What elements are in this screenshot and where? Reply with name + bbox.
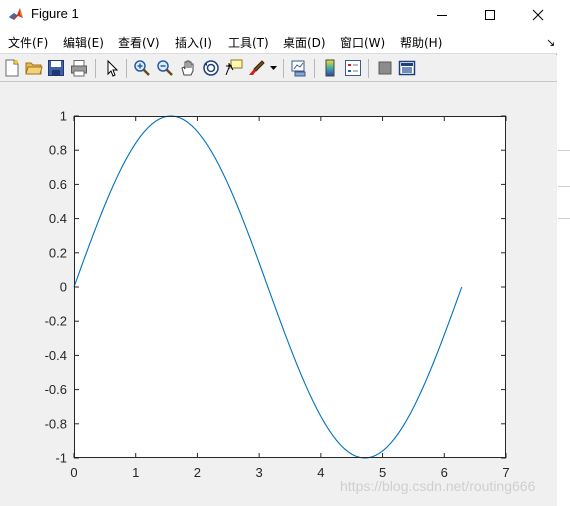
maximize-icon [485,10,495,20]
watermark-text: https://blog.csdn.net/routing666 [340,478,536,494]
menu-file[interactable]: 文件(F) [8,34,48,51]
pointer-icon[interactable] [103,59,121,77]
menu-desktop[interactable]: 桌面(D) [283,34,326,51]
minimize-icon [437,15,447,16]
toolbar-separator [283,59,284,78]
y-tick-label: 0.2 [49,245,67,260]
y-tick-label: 0.4 [49,211,67,226]
close-button[interactable] [515,0,561,30]
y-tick-label: 0.6 [49,177,67,192]
matlab-logo-icon [8,6,24,22]
window-title: Figure 1 [31,6,79,21]
y-tick-label: -0.2 [45,314,67,329]
menu-edit[interactable]: 编辑(E) [63,34,104,51]
new-figure-icon[interactable] [3,59,21,77]
background-divider [558,186,570,187]
x-tick-label: 0 [70,465,77,480]
zoom-in-icon[interactable] [133,59,151,77]
rotate-3d-icon[interactable] [202,59,220,77]
y-tick-label: 0 [60,280,67,295]
hide-plot-tools-icon[interactable] [376,59,394,77]
menu-view[interactable]: 查看(V) [118,34,160,51]
menu-tools[interactable]: 工具(T) [228,34,269,51]
menu-bar: 文件(F) 编辑(E) 查看(V) 插入(I) 工具(T) 桌面(D) 窗口(W… [0,30,557,54]
menu-window[interactable]: 窗口(W) [340,34,385,51]
y-tick-label: 1 [60,109,67,124]
toolbar-separator [126,59,127,78]
background-window-strip [558,0,570,506]
axes-background[interactable] [74,116,506,458]
figure-canvas[interactable]: 0 1 2 3 4 5 6 7 -1 -0.8 -0.6 -0.4 -0.2 0 0.2 0.4 0.6 0.8 1 [0,82,557,506]
print-icon[interactable] [70,59,88,77]
link-plot-icon[interactable] [290,59,308,77]
toolbar-separator [314,59,315,78]
zoom-out-icon[interactable] [156,59,174,77]
background-divider [558,150,570,151]
data-cursor-icon[interactable] [225,59,243,77]
colorbar-icon[interactable] [321,59,339,77]
maximize-button[interactable] [467,0,513,30]
show-plot-tools-icon[interactable] [398,59,416,77]
menu-help[interactable]: 帮助(H) [400,34,442,51]
toolbar-separator [95,59,96,78]
legend-icon[interactable] [344,59,362,77]
brush-dropdown-icon[interactable] [270,66,277,71]
line-plot[interactable]: 0 1 2 3 4 5 6 7-1-0.8-0.6-0.4-0.200.20.40.60.81 [0,82,557,506]
figure-toolbar [0,55,557,82]
y-tick-label: -0.8 [45,416,67,431]
save-icon[interactable] [47,59,65,77]
dock-arrow-icon[interactable]: ↘ [546,36,555,49]
background-divider [558,218,570,219]
pan-icon[interactable] [179,59,197,77]
close-icon [532,9,544,21]
y-tick-label: -0.4 [45,348,67,363]
brush-icon[interactable] [248,59,266,77]
y-tick-label: -1 [55,451,67,466]
menu-insert[interactable]: 插入(I) [175,34,212,51]
x-tick-label: 2 [194,465,201,480]
toolbar-separator [368,59,369,78]
open-file-icon[interactable] [25,59,43,77]
minimize-button[interactable] [419,0,465,30]
y-tick-label: 0.8 [49,143,67,158]
x-tick-label: 3 [256,465,263,480]
title-bar[interactable]: Figure 1 [0,0,557,30]
y-tick-label: -0.6 [45,382,67,397]
x-tick-label: 4 [317,465,324,480]
x-tick-label: 1 [132,465,139,480]
figure-window: Figure 1 文件(F) 编辑(E) 查看(V) 插入(I) 工具(T) 桌… [0,0,557,506]
